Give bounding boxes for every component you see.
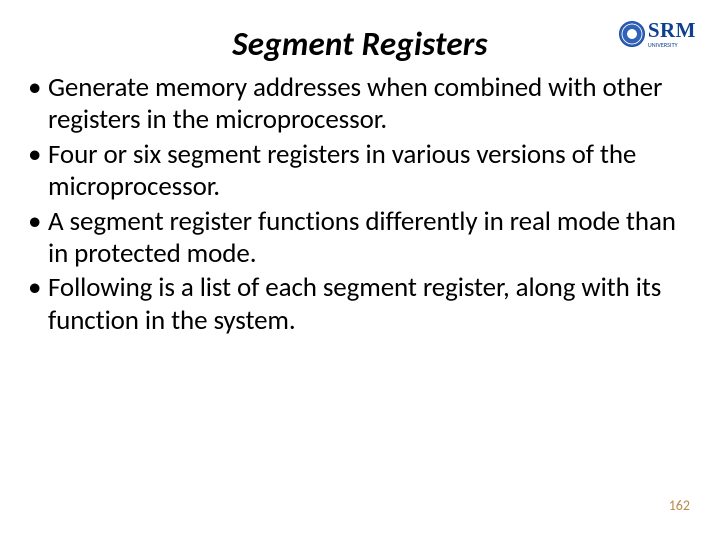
seal-icon <box>619 21 645 47</box>
logo-main: SRM <box>648 20 696 41</box>
org-logo: SRM UNIVERSITY <box>619 20 696 48</box>
list-item: Four or six segment registers in various… <box>22 139 698 204</box>
list-item: Following is a list of each segment regi… <box>22 272 698 337</box>
list-item: Generate memory addresses when combined … <box>22 72 698 137</box>
bullet-list: Generate memory addresses when combined … <box>22 72 698 337</box>
slide-title: Segment Registers <box>22 24 698 64</box>
logo-sub: UNIVERSITY <box>648 42 696 48</box>
title-row: Segment Registers SRM UNIVERSITY <box>22 18 698 72</box>
page-number: 162 <box>669 497 690 514</box>
logo-text: SRM UNIVERSITY <box>648 20 696 48</box>
slide: Segment Registers SRM UNIVERSITY Generat… <box>0 0 720 540</box>
list-item: A segment register functions differently… <box>22 206 698 271</box>
content-area: Generate memory addresses when combined … <box>22 72 698 337</box>
